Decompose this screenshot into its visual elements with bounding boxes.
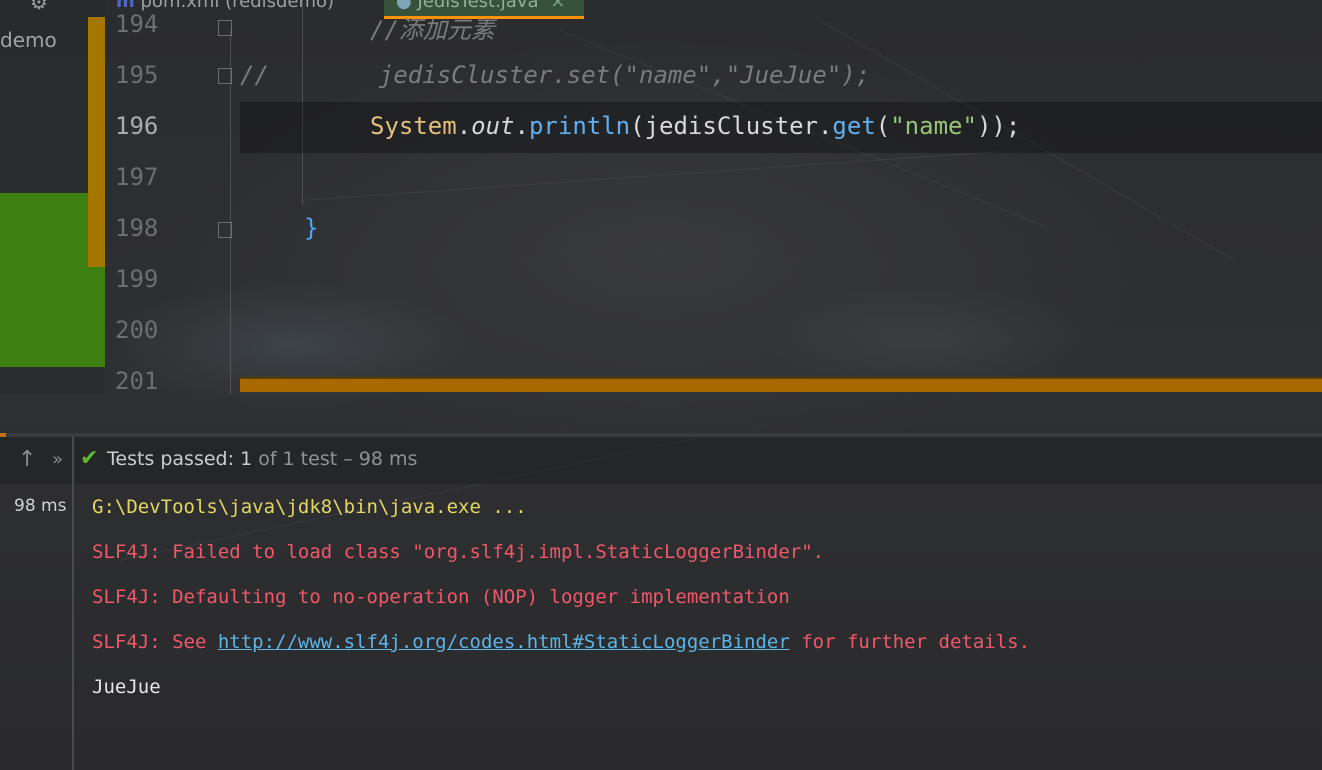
console-line-command: G:\DevTools\java\jdk8\bin\java.exe ... (92, 496, 527, 518)
indent-guide (230, 30, 231, 395)
console-line-error: SLF4J: See http://www.slf4j.org/codes.ht… (92, 631, 1030, 653)
vcs-change-marker (88, 17, 105, 267)
line-number-gutter: 194 195 196 197 198 199 200 201 (105, 0, 220, 395)
slf4j-docs-link[interactable]: http://www.slf4j.org/codes.html#StaticLo… (218, 631, 790, 653)
gear-icon[interactable]: ⚙ (30, 0, 48, 14)
comment-prefix: // (240, 61, 269, 89)
check-icon: ✔ (80, 446, 99, 471)
line-number: 200 (115, 316, 159, 344)
test-status: Tests passed: 1 of 1 test – 98 ms (107, 448, 417, 470)
test-tree-splitter[interactable] (72, 437, 74, 770)
line-number: 196 (115, 112, 159, 140)
more-actions-icon[interactable]: » (52, 449, 63, 470)
code-token: ( (630, 112, 645, 140)
code-token: . (514, 112, 529, 140)
code-token: jedisCluster (644, 112, 818, 140)
code-token: . (456, 112, 472, 140)
code-line-194[interactable]: //添加元素 (370, 10, 495, 45)
error-text: for further details. (789, 631, 1031, 653)
code-token: ( (875, 112, 891, 140)
line-number: 194 (115, 10, 159, 38)
code-token: . (817, 112, 833, 140)
test-tree-time[interactable]: 98 ms (14, 496, 66, 516)
line-number: 199 (115, 265, 159, 293)
code-line-195[interactable]: // jedisCluster.set("name","JueJue"); (240, 61, 870, 89)
code-token: out (471, 112, 515, 140)
line-number: 197 (115, 163, 159, 191)
close-icon[interactable]: × (550, 0, 565, 12)
editor-horizontal-scrollbar[interactable] (240, 377, 1322, 392)
code-token: println (528, 112, 631, 140)
run-panel-toolbar: ↑ » ✔ Tests passed: 1 of 1 test – 98 ms (0, 437, 1322, 484)
console-line-error: SLF4J: Failed to load class "org.slf4j.i… (92, 541, 825, 563)
project-label[interactable]: demo (0, 28, 57, 52)
error-text: SLF4J: See (92, 631, 218, 653)
arrow-up-icon[interactable]: ↑ (18, 447, 36, 472)
line-number: 195 (115, 61, 159, 89)
line-number: 201 (115, 367, 159, 395)
comment-text: //添加元素 (370, 16, 495, 44)
code-token: System (370, 112, 457, 140)
code-line-196[interactable]: System.out.println(jedisCluster.get("nam… (370, 112, 1020, 140)
console-line-output: JueJue (92, 676, 161, 698)
status-prefix: Tests passed: (107, 448, 235, 470)
code-token: "name" (890, 112, 977, 140)
status-suffix: of 1 test – 98 ms (258, 448, 418, 470)
line-number: 198 (115, 214, 159, 242)
code-token: )); (976, 112, 1021, 140)
closing-brace: } (304, 214, 319, 242)
code-token: get (832, 112, 876, 140)
passed-count: 1 (240, 448, 253, 470)
console-line-error: SLF4J: Defaulting to no-operation (NOP) … (92, 586, 790, 608)
commented-code: jedisCluster.set("name","JueJue"); (378, 61, 871, 89)
code-line-198[interactable]: } (304, 214, 318, 242)
